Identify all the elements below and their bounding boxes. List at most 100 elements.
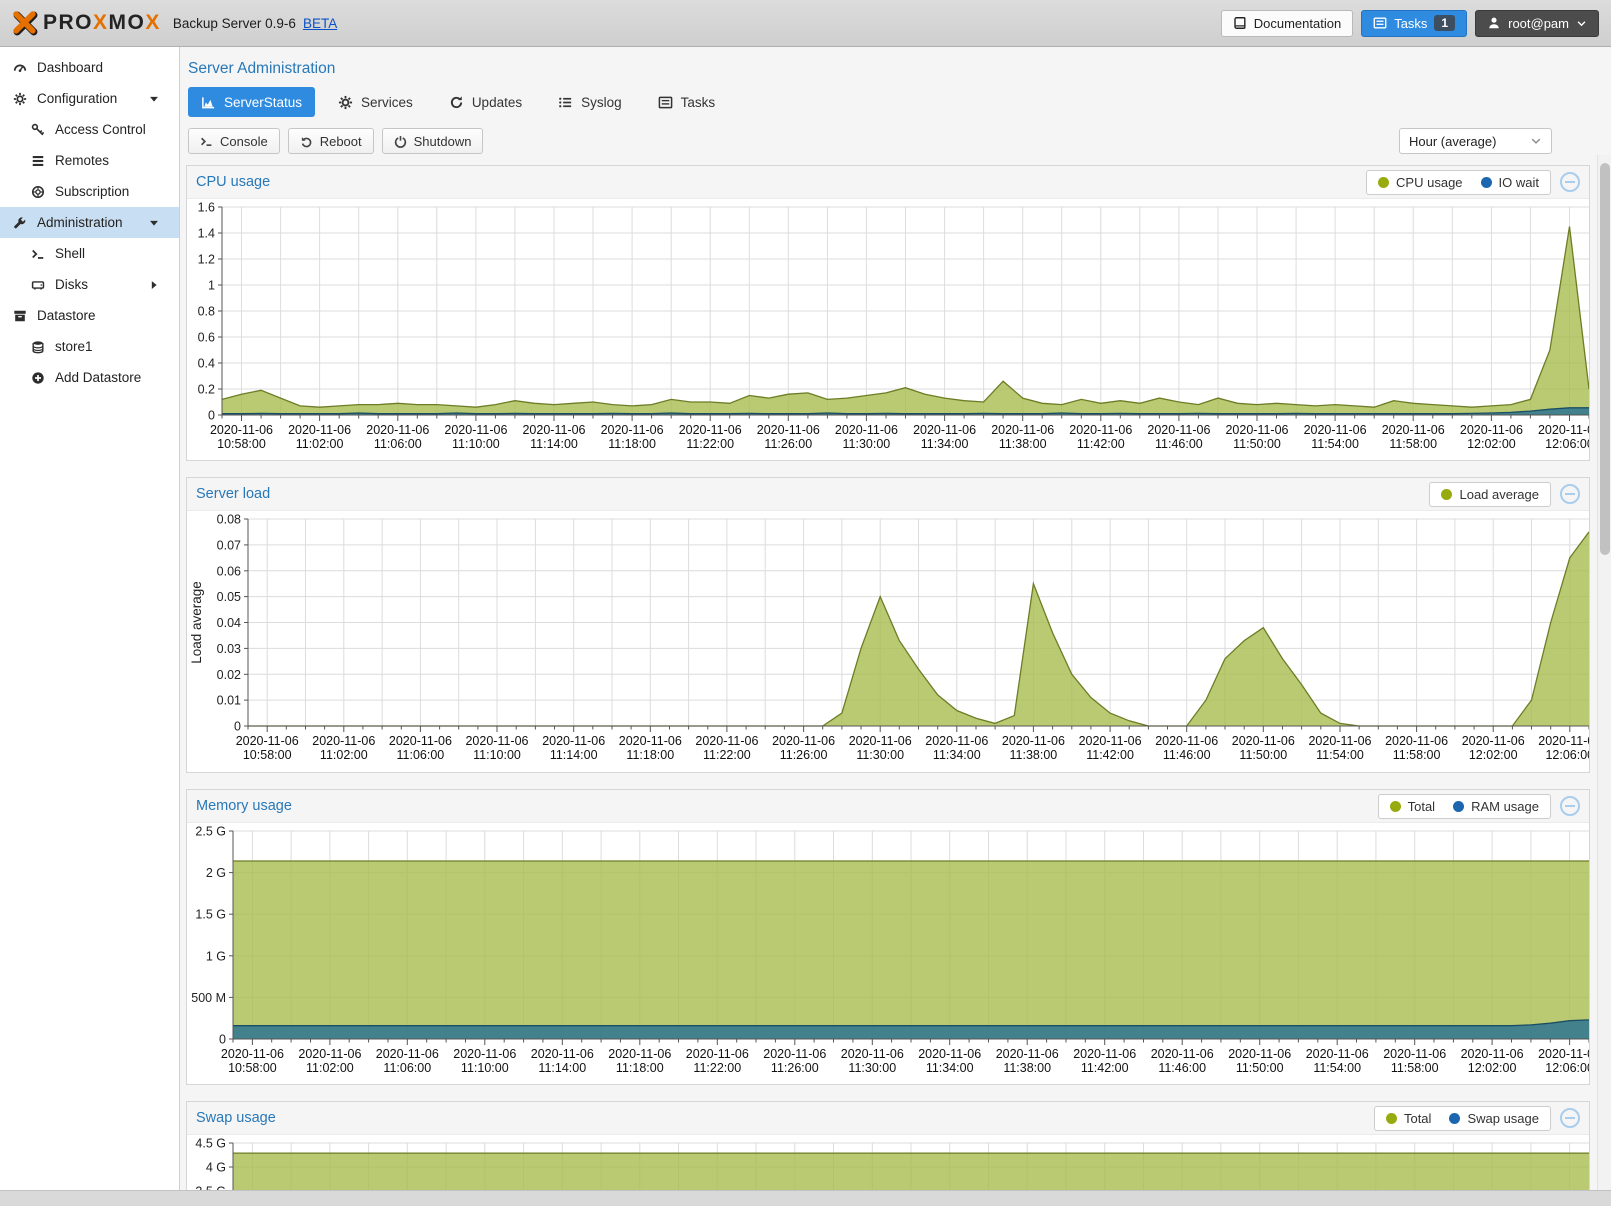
sidebar-item-disks[interactable]: Disks — [0, 269, 179, 300]
caret-right-icon[interactable] — [145, 278, 162, 292]
svg-text:11:26:00: 11:26:00 — [780, 748, 828, 762]
collapse-panel-button[interactable] — [1560, 796, 1580, 816]
sidebar-item-label: Subscription — [55, 184, 129, 199]
user-icon — [1487, 16, 1501, 30]
tab-label: ServerStatus — [224, 95, 302, 110]
collapse-panel-button[interactable] — [1560, 484, 1580, 504]
caret-down-icon[interactable] — [145, 216, 162, 230]
panel-title: CPU usage — [196, 174, 270, 190]
tab-label: Services — [361, 95, 413, 110]
sidebar-item-access-control[interactable]: Access Control — [0, 114, 179, 145]
svg-text:2.5 G: 2.5 G — [195, 825, 226, 839]
vertical-scrollbar[interactable] — [1597, 155, 1611, 1190]
svg-text:2020-11-06: 2020-11-06 — [1155, 734, 1218, 748]
svg-text:3.5 G: 3.5 G — [195, 1185, 226, 1191]
svg-text:11:34:00: 11:34:00 — [921, 437, 969, 451]
svg-text:11:38:00: 11:38:00 — [1003, 1061, 1051, 1075]
svg-text:2020-11-06: 2020-11-06 — [1538, 423, 1589, 437]
svg-text:2020-11-06: 2020-11-06 — [996, 1047, 1059, 1061]
gears-icon — [338, 95, 353, 110]
svg-text:0.6: 0.6 — [198, 331, 215, 345]
tab-tasks[interactable]: Tasks — [645, 87, 729, 117]
documentation-button[interactable]: Documentation — [1221, 10, 1353, 37]
svg-text:2020-11-06: 2020-11-06 — [763, 1047, 826, 1061]
legend-label: Total — [1404, 1111, 1431, 1126]
svg-text:2020-11-06: 2020-11-06 — [1232, 734, 1295, 748]
task-list-icon — [658, 95, 673, 110]
panel-body: 1.61.41.210.80.60.40.202020-11-0610:58:0… — [187, 199, 1589, 460]
sidebar-item-remotes[interactable]: Remotes — [0, 145, 179, 176]
collapse-panel-button[interactable] — [1560, 1108, 1580, 1128]
sidebar-item-datastore[interactable]: Datastore — [0, 300, 179, 331]
sidebar-item-dashboard[interactable]: Dashboard — [0, 52, 179, 83]
tasks-count-badge: 1 — [1434, 15, 1455, 31]
shutdown-button[interactable]: Shutdown — [382, 128, 484, 154]
sidebar-item-administration[interactable]: Administration — [0, 207, 179, 238]
svg-text:11:54:00: 11:54:00 — [1311, 437, 1359, 451]
svg-text:2020-11-06: 2020-11-06 — [619, 734, 682, 748]
svg-text:11:18:00: 11:18:00 — [626, 748, 674, 762]
svg-text:11:38:00: 11:38:00 — [1010, 748, 1058, 762]
archive-icon — [11, 309, 28, 323]
user-menu-button[interactable]: root@pam — [1475, 10, 1599, 37]
svg-text:2020-11-06: 2020-11-06 — [1382, 423, 1445, 437]
beta-link[interactable]: BETA — [303, 16, 337, 31]
legend-label: IO wait — [1499, 175, 1539, 190]
svg-text:11:58:00: 11:58:00 — [1389, 437, 1437, 451]
caret-down-icon[interactable] — [145, 92, 162, 106]
svg-text:1.2: 1.2 — [198, 253, 215, 267]
chart-legend: CPU usageIO wait — [1366, 170, 1551, 195]
dashboard-icon — [11, 61, 28, 75]
svg-text:11:38:00: 11:38:00 — [999, 437, 1047, 451]
timeframe-select[interactable]: Hour (average) — [1399, 128, 1552, 154]
svg-text:11:54:00: 11:54:00 — [1313, 1061, 1361, 1075]
undo-icon — [300, 135, 313, 148]
list-ul-icon — [558, 95, 573, 110]
svg-text:11:30:00: 11:30:00 — [843, 437, 891, 451]
scrollbar-thumb[interactable] — [1600, 163, 1610, 555]
panel-server-load: Server loadLoad average0.080.070.060.050… — [186, 477, 1590, 773]
svg-text:11:06:00: 11:06:00 — [374, 437, 422, 451]
chart-legend: Load average — [1429, 482, 1551, 507]
toolbar: Console Reboot Shutdown Hour (average) — [188, 127, 1590, 155]
svg-text:11:10:00: 11:10:00 — [461, 1061, 509, 1075]
svg-text:2020-11-06: 2020-11-06 — [695, 734, 758, 748]
gears-icon — [11, 92, 28, 106]
sidebar-item-store1[interactable]: store1 — [0, 331, 179, 362]
sidebar-item-subscription[interactable]: Subscription — [0, 176, 179, 207]
panel-memory-usage: Memory usageTotalRAM usage2.5 G2 G1.5 G1… — [186, 789, 1590, 1085]
sidebar-item-label: Administration — [37, 215, 123, 230]
svg-text:11:34:00: 11:34:00 — [933, 748, 981, 762]
reboot-button[interactable]: Reboot — [288, 128, 374, 154]
svg-text:11:18:00: 11:18:00 — [608, 437, 656, 451]
svg-text:11:14:00: 11:14:00 — [550, 748, 598, 762]
sidebar-item-shell[interactable]: Shell — [0, 238, 179, 269]
plus-circle-icon — [29, 371, 46, 385]
svg-text:1: 1 — [208, 279, 215, 293]
console-button[interactable]: Console — [188, 128, 280, 154]
wrench-icon — [11, 216, 28, 230]
svg-text:2020-11-06: 2020-11-06 — [288, 423, 351, 437]
svg-text:11:46:00: 11:46:00 — [1163, 748, 1211, 762]
tab-serverstatus[interactable]: ServerStatus — [188, 87, 315, 117]
sidebar-item-configuration[interactable]: Configuration — [0, 83, 179, 114]
svg-text:1 G: 1 G — [206, 949, 226, 963]
svg-text:2020-11-06: 2020-11-06 — [465, 734, 528, 748]
svg-text:2020-11-06: 2020-11-06 — [835, 423, 898, 437]
collapse-panel-button[interactable] — [1560, 172, 1580, 192]
svg-text:11:46:00: 11:46:00 — [1155, 437, 1203, 451]
svg-text:0: 0 — [219, 1033, 226, 1047]
tab-services[interactable]: Services — [325, 87, 426, 117]
chart-panels: CPU usageCPU usageIO wait1.61.41.210.80.… — [186, 165, 1590, 1190]
tasks-button[interactable]: Tasks 1 — [1361, 10, 1467, 37]
svg-text:11:30:00: 11:30:00 — [856, 748, 904, 762]
svg-text:11:58:00: 11:58:00 — [1391, 1061, 1439, 1075]
svg-text:10:58:00: 10:58:00 — [217, 437, 266, 451]
sidebar-item-add-datastore[interactable]: Add Datastore — [0, 362, 179, 393]
tab-updates[interactable]: Updates — [436, 87, 535, 117]
server-load-chart: 0.080.070.060.050.040.030.020.0102020-11… — [187, 511, 1589, 772]
tab-syslog[interactable]: Syslog — [545, 87, 635, 117]
svg-text:2020-11-06: 2020-11-06 — [1304, 423, 1367, 437]
legend-label: Swap usage — [1467, 1111, 1539, 1126]
sidebar-item-label: Datastore — [37, 308, 96, 323]
